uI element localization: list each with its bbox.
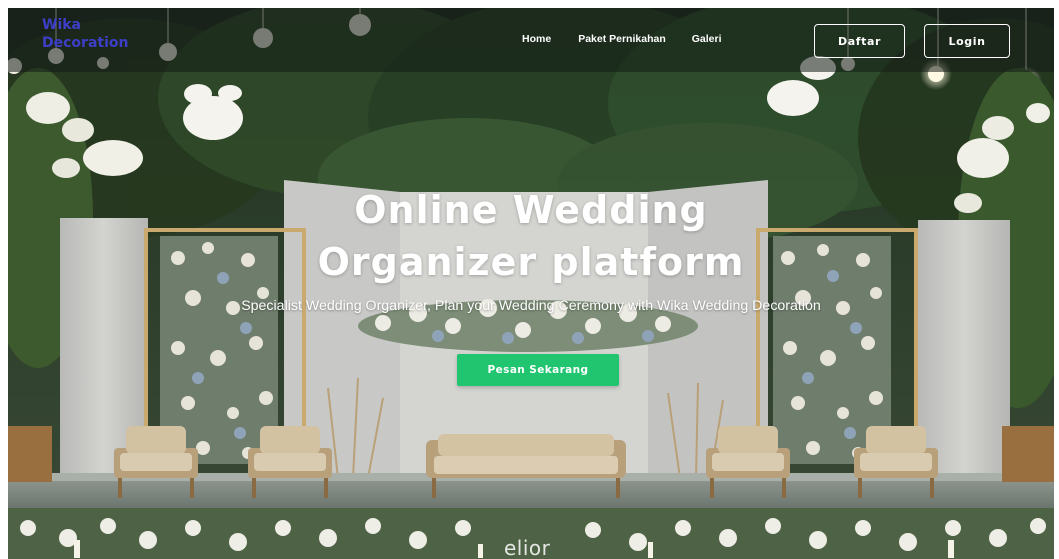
photo-watermark: elior <box>504 536 551 559</box>
order-now-button[interactable]: Pesan Sekarang <box>457 354 619 386</box>
nav-link-home[interactable]: Home <box>522 33 551 45</box>
hero-title: Online Wedding Organizer platform <box>8 184 1054 288</box>
nav-links: Home Paket Pernikahan Galeri <box>522 33 722 45</box>
top-navbar: Wika Decoration Home Paket Pernikahan Ga… <box>8 8 1054 72</box>
register-button[interactable]: Daftar <box>814 24 905 58</box>
brand-line-1: Wika <box>42 17 81 33</box>
brand-logo[interactable]: Wika Decoration <box>42 16 128 52</box>
page-frame: Wika Decoration Home Paket Pernikahan Ga… <box>8 8 1054 559</box>
nav-link-galeri[interactable]: Galeri <box>692 33 722 45</box>
brand-line-2: Decoration <box>42 35 129 51</box>
nav-link-paket-pernikahan[interactable]: Paket Pernikahan <box>578 33 666 45</box>
login-button[interactable]: Login <box>924 24 1010 58</box>
hero-title-line-1: Online Wedding <box>354 188 708 232</box>
hero-title-line-2: Organizer platform <box>317 240 745 284</box>
hero-subtitle: Specialist Wedding Organizer, Plan your … <box>241 298 821 314</box>
